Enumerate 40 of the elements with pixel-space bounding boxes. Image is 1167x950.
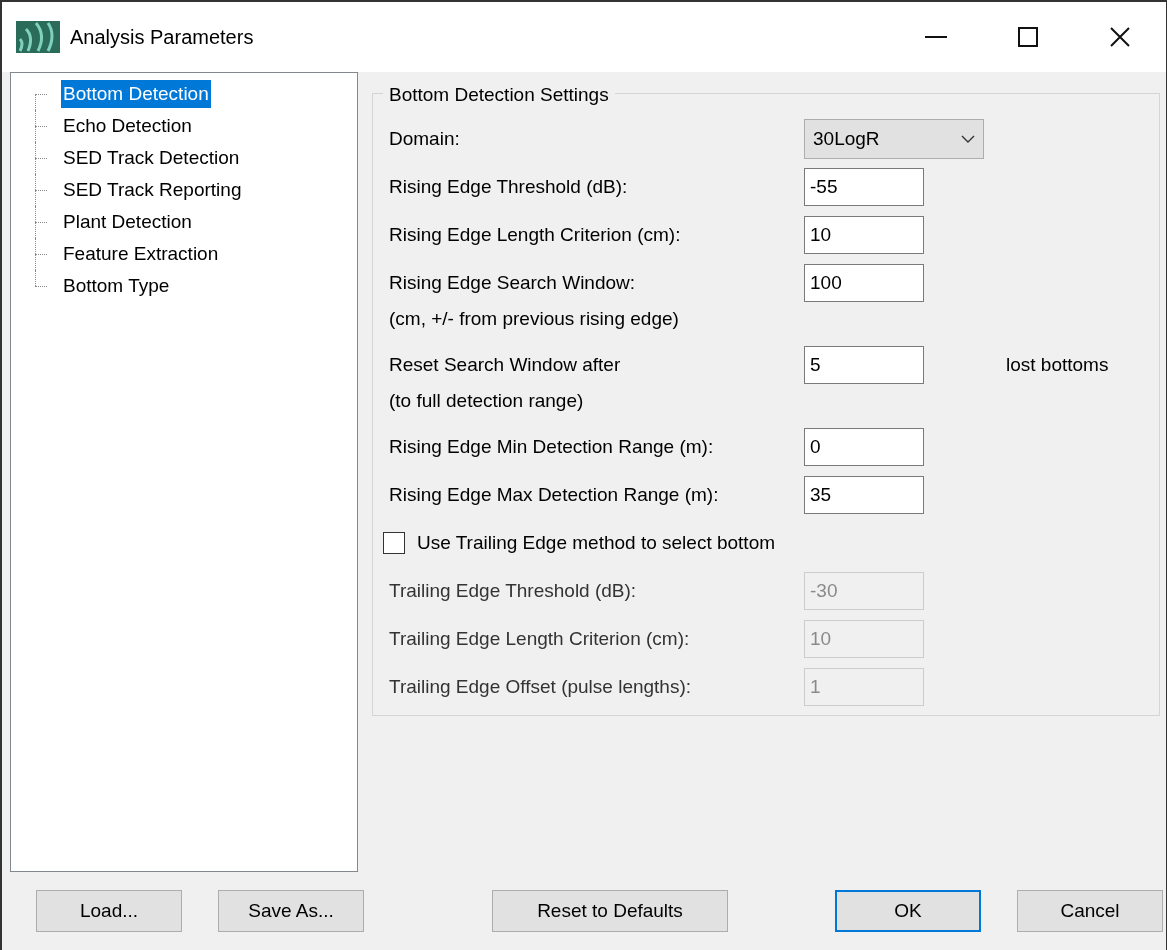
input-field[interactable]: -55 (804, 168, 924, 206)
dialog-button[interactable]: Load... (36, 890, 182, 932)
app-icon (16, 21, 60, 53)
dialog-button[interactable]: Cancel (1017, 890, 1163, 932)
dialog-button[interactable]: OK (835, 890, 981, 932)
field-label: Rising Edge Threshold (dB): (389, 174, 629, 199)
field-hint: (cm, +/- from previous rising edge) (389, 307, 680, 331)
dialog-button[interactable]: Save As... (218, 890, 364, 932)
field-hint: (to full detection range) (389, 389, 585, 413)
tree-item[interactable]: Plant Detection (61, 208, 194, 236)
window-title: Analysis Parameters (70, 25, 254, 50)
checkbox[interactable] (383, 532, 405, 554)
dialog-button[interactable]: Reset to Defaults (492, 890, 728, 932)
tree-item[interactable]: Feature Extraction (61, 240, 221, 268)
input-field[interactable]: 35 (804, 476, 924, 514)
tree-item[interactable]: SED Track Detection (61, 144, 242, 172)
close-icon (1110, 27, 1130, 47)
domain-dropdown[interactable]: 30LogR (804, 119, 984, 159)
field-label: Reset Search Window after (389, 352, 622, 377)
field-label: Domain: (389, 126, 461, 151)
field-label: Rising Edge Search Window: (389, 270, 637, 295)
input-field[interactable]: 0 (804, 428, 924, 466)
field-label: Trailing Edge Length Criterion (cm): (389, 626, 691, 651)
field-label: Rising Edge Max Detection Range (m): (389, 482, 720, 507)
maximize-icon (1018, 27, 1038, 47)
checkbox-label: Use Trailing Edge method to select bottom (417, 530, 776, 555)
tree-item[interactable]: Echo Detection (61, 112, 194, 140)
tree-item[interactable]: Bottom Type (61, 272, 172, 300)
tree-item[interactable]: Bottom Detection (61, 80, 211, 108)
unit-label: lost bottoms (1006, 352, 1109, 377)
tree-item[interactable]: SED Track Reporting (61, 176, 244, 204)
field-label: Trailing Edge Offset (pulse lengths): (389, 674, 693, 699)
minimize-icon (925, 36, 947, 38)
chevron-down-icon (961, 135, 975, 143)
field-label: Trailing Edge Threshold (dB): (389, 578, 638, 603)
input-field[interactable]: 100 (804, 264, 924, 302)
field-label: Rising Edge Length Criterion (cm): (389, 222, 682, 247)
input-field[interactable]: 5 (804, 346, 924, 384)
input-field[interactable]: 10 (804, 216, 924, 254)
field-label: Rising Edge Min Detection Range (m): (389, 434, 715, 459)
